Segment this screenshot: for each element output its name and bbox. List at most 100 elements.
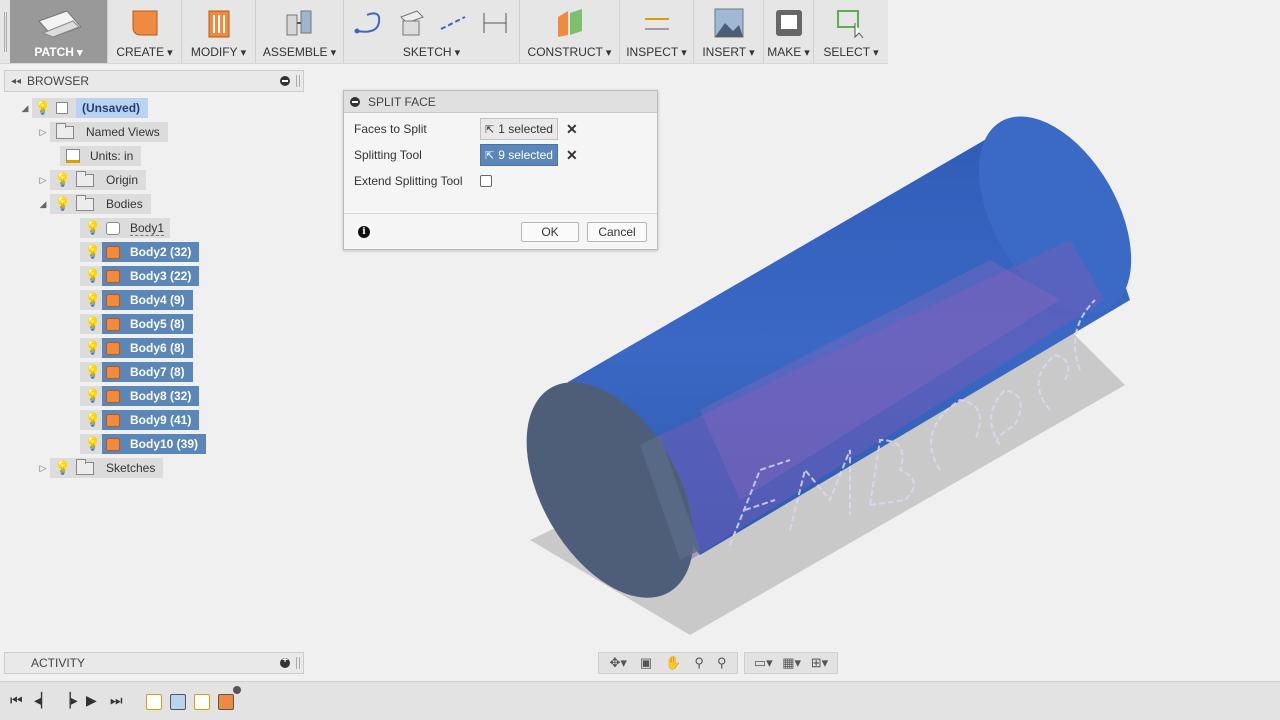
3d-print-icon bbox=[775, 9, 802, 36]
body-label: Body8 (32) bbox=[130, 389, 192, 403]
expanded-triangle-icon[interactable]: ◢ bbox=[36, 199, 50, 210]
zoom-icon[interactable]: ⚲ bbox=[694, 655, 704, 671]
visibility-bulb-icon[interactable]: 💡 bbox=[85, 244, 101, 260]
toolbar-assemble[interactable]: ASSEMBLE bbox=[256, 0, 344, 63]
visibility-bulb-icon[interactable]: 💡 bbox=[85, 292, 101, 308]
fit-icon[interactable]: ⚲ bbox=[717, 655, 727, 671]
surface-body-icon bbox=[106, 221, 120, 235]
toolbar-make[interactable]: MAKE bbox=[764, 0, 814, 63]
look-at-icon[interactable]: ▣ bbox=[640, 655, 652, 671]
body-icon bbox=[106, 269, 120, 283]
toolbar-modify[interactable]: MODIFY bbox=[182, 0, 256, 63]
toolbar-sketch[interactable]: SKETCH bbox=[344, 0, 520, 63]
toolbar-create[interactable]: CREATE bbox=[108, 0, 182, 63]
faces-to-split-row: Faces to Split ⇱ 1 selected ✕ bbox=[354, 118, 649, 140]
viewports-icon[interactable]: ⊞▾ bbox=[811, 655, 828, 671]
play-icon[interactable]: ▶ bbox=[86, 692, 97, 709]
ok-button[interactable]: OK bbox=[521, 222, 579, 242]
tree-body-item[interactable]: 💡 Body7 (8) bbox=[80, 362, 193, 382]
go-to-start-icon[interactable]: ⏮ bbox=[10, 692, 23, 709]
tree-body-item[interactable]: 💡 Body2 (32) bbox=[80, 242, 200, 262]
tree-body-item[interactable]: 💡 Body4 (9) bbox=[80, 290, 193, 310]
body-label: Body5 (8) bbox=[130, 317, 185, 331]
visibility-bulb-icon[interactable]: 💡 bbox=[55, 172, 71, 188]
visibility-bulb-icon[interactable]: 💡 bbox=[85, 340, 101, 356]
tree-body-item[interactable]: 💡 Body1 bbox=[80, 218, 171, 238]
tree-body-item[interactable]: 💡 Body6 (8) bbox=[80, 338, 193, 358]
faces-to-split-value: 1 selected bbox=[498, 122, 553, 136]
dialog-collapse-icon[interactable] bbox=[350, 96, 360, 107]
step-back-icon[interactable]: ◂▏ bbox=[34, 692, 52, 709]
cancel-button[interactable]: Cancel bbox=[587, 222, 647, 242]
panel-minimize-icon[interactable] bbox=[280, 76, 290, 86]
split-face-dialog: SPLIT FACE Faces to Split ⇱ 1 selected ✕… bbox=[343, 90, 658, 250]
toolbar-grip[interactable] bbox=[0, 0, 10, 63]
tree-body-item[interactable]: 💡 Body3 (22) bbox=[80, 266, 200, 286]
visibility-bulb-icon[interactable]: 💡 bbox=[85, 436, 101, 452]
faces-to-split-selector[interactable]: ⇱ 1 selected bbox=[480, 118, 558, 140]
toolbar-insert[interactable]: INSERT bbox=[694, 0, 764, 63]
sketch-tools-icon bbox=[353, 0, 511, 45]
tree-named-views[interactable]: ▷ Named Views bbox=[36, 122, 168, 142]
pan-icon[interactable]: ✋ bbox=[665, 655, 681, 671]
toolbar-select[interactable]: SELECT bbox=[814, 0, 888, 63]
visibility-bulb-icon[interactable]: 💡 bbox=[85, 268, 101, 284]
bodies-label: Bodies bbox=[106, 197, 143, 211]
toolbar-patch[interactable]: PATCH bbox=[10, 0, 108, 63]
clear-splitting-tool-icon[interactable]: ✕ bbox=[566, 147, 578, 164]
tree-units[interactable]: Units: in bbox=[60, 146, 142, 166]
collapsed-triangle-icon[interactable]: ▷ bbox=[36, 463, 50, 474]
body-label: Body9 (41) bbox=[130, 413, 192, 427]
toolbar-assemble-label: ASSEMBLE bbox=[263, 45, 336, 59]
splitting-tool-selector[interactable]: ⇱ 9 selected bbox=[480, 144, 558, 166]
sketch-plane-icon bbox=[399, 9, 424, 35]
visibility-bulb-icon[interactable]: 💡 bbox=[55, 196, 71, 212]
tree-body-item[interactable]: 💡 Body8 (32) bbox=[80, 386, 200, 406]
toolbar-patch-label: PATCH bbox=[34, 45, 82, 59]
body-label: Body7 (8) bbox=[130, 365, 185, 379]
dialog-title: SPLIT FACE bbox=[368, 94, 436, 109]
display-settings-icon[interactable]: ▭▾ bbox=[754, 655, 773, 671]
tree-body-item[interactable]: 💡 Body10 (39) bbox=[80, 434, 207, 454]
orbit-icon[interactable]: ✥▾ bbox=[610, 655, 627, 671]
tree-origin[interactable]: ▷ 💡 Origin bbox=[36, 170, 147, 190]
extend-splitting-tool-checkbox[interactable] bbox=[480, 175, 492, 187]
panel-grip-icon[interactable] bbox=[296, 657, 300, 669]
toolbar-inspect[interactable]: INSPECT bbox=[620, 0, 694, 63]
origin-label: Origin bbox=[106, 173, 139, 187]
tree-sketches[interactable]: ▷ 💡 Sketches bbox=[36, 458, 164, 478]
visibility-bulb-icon[interactable]: 💡 bbox=[85, 364, 101, 380]
toolbar-construct[interactable]: CONSTRUCT bbox=[520, 0, 620, 63]
visibility-bulb-icon[interactable]: 💡 bbox=[85, 220, 101, 236]
root-component-name[interactable]: (Unsaved) bbox=[76, 98, 149, 118]
timeline-extrude-feature[interactable] bbox=[218, 694, 234, 710]
tree-body-item[interactable]: 💡 Body9 (41) bbox=[80, 410, 200, 430]
timeline-body-feature[interactable] bbox=[170, 694, 186, 710]
info-icon[interactable]: i bbox=[358, 226, 370, 238]
tree-body-item[interactable]: 💡 Body5 (8) bbox=[80, 314, 193, 334]
tree-bodies[interactable]: ◢ 💡 Bodies bbox=[36, 194, 151, 214]
visibility-bulb-icon[interactable]: 💡 bbox=[55, 460, 71, 476]
collapsed-triangle-icon[interactable]: ▷ bbox=[36, 127, 50, 138]
go-to-end-icon[interactable]: ⏭ bbox=[110, 692, 123, 709]
step-forward-icon[interactable]: ▕▸ bbox=[60, 692, 78, 709]
body-label: Body6 (8) bbox=[130, 341, 185, 355]
tree-root[interactable]: ◢ 💡 (Unsaved) bbox=[18, 98, 149, 118]
visibility-bulb-icon[interactable]: 💡 bbox=[85, 412, 101, 428]
timeline-sketch-feature[interactable] bbox=[194, 694, 210, 710]
dialog-header[interactable]: SPLIT FACE bbox=[344, 91, 657, 113]
collapsed-triangle-icon[interactable]: ▷ bbox=[36, 175, 50, 186]
clear-faces-icon[interactable]: ✕ bbox=[566, 121, 578, 138]
panel-grip-icon[interactable] bbox=[296, 75, 300, 87]
panel-expand-icon[interactable] bbox=[280, 655, 290, 668]
cursor-arrow-icon: ⇱ bbox=[485, 123, 495, 136]
grid-settings-icon[interactable]: ▦▾ bbox=[782, 655, 801, 671]
visibility-bulb-icon[interactable]: 💡 bbox=[85, 316, 101, 332]
visibility-bulb-icon[interactable]: 💡 bbox=[85, 388, 101, 404]
collapse-panel-icon[interactable]: ◂◂ bbox=[5, 76, 27, 87]
timeline-marker[interactable] bbox=[233, 686, 241, 694]
expanded-triangle-icon[interactable]: ◢ bbox=[18, 103, 32, 114]
timeline-sketch-feature[interactable] bbox=[146, 694, 162, 710]
visibility-bulb-icon[interactable]: 💡 bbox=[35, 100, 51, 116]
dialog-divider bbox=[344, 213, 657, 214]
